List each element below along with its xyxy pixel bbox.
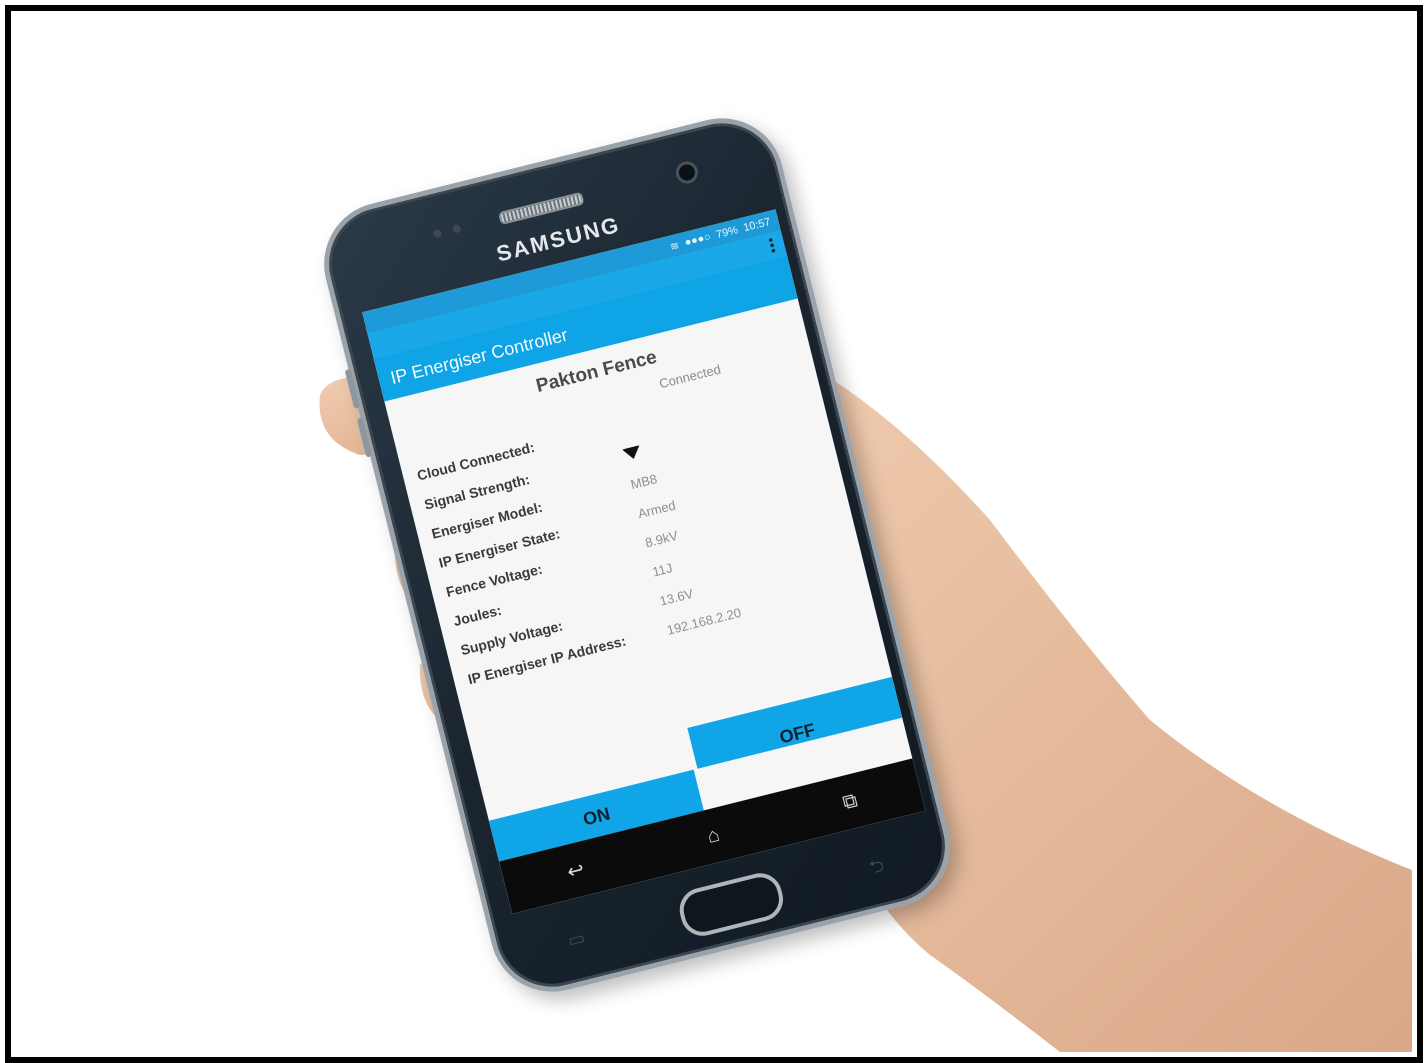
- signal-strength-icon: ●●●○: [683, 230, 713, 249]
- wifi-signal-icon: [622, 445, 643, 462]
- light-sensor: [451, 224, 462, 234]
- info-value: 8.9kV: [643, 527, 680, 550]
- battery-level: 79%: [714, 224, 740, 242]
- front-camera-icon: [673, 159, 701, 186]
- info-value: 11J: [650, 559, 674, 580]
- back-softkey-icon[interactable]: ⮌: [867, 853, 888, 886]
- proximity-sensor: [432, 228, 443, 239]
- info-value: Armed: [636, 496, 677, 521]
- info-value: 13.6V: [657, 585, 695, 609]
- wifi-status-icon: ≋: [668, 239, 681, 254]
- info-value: MB8: [628, 470, 659, 492]
- clock: 10:57: [742, 216, 772, 235]
- home-hardware-button[interactable]: [675, 868, 788, 941]
- recent-apps-icon[interactable]: ⧉: [840, 789, 859, 815]
- home-icon[interactable]: ⌂: [705, 823, 722, 848]
- earpiece-speaker: [498, 191, 585, 226]
- recent-softkey-icon[interactable]: ▭: [566, 927, 588, 951]
- back-icon[interactable]: ↩: [564, 856, 587, 884]
- off-button[interactable]: OFF: [687, 676, 903, 769]
